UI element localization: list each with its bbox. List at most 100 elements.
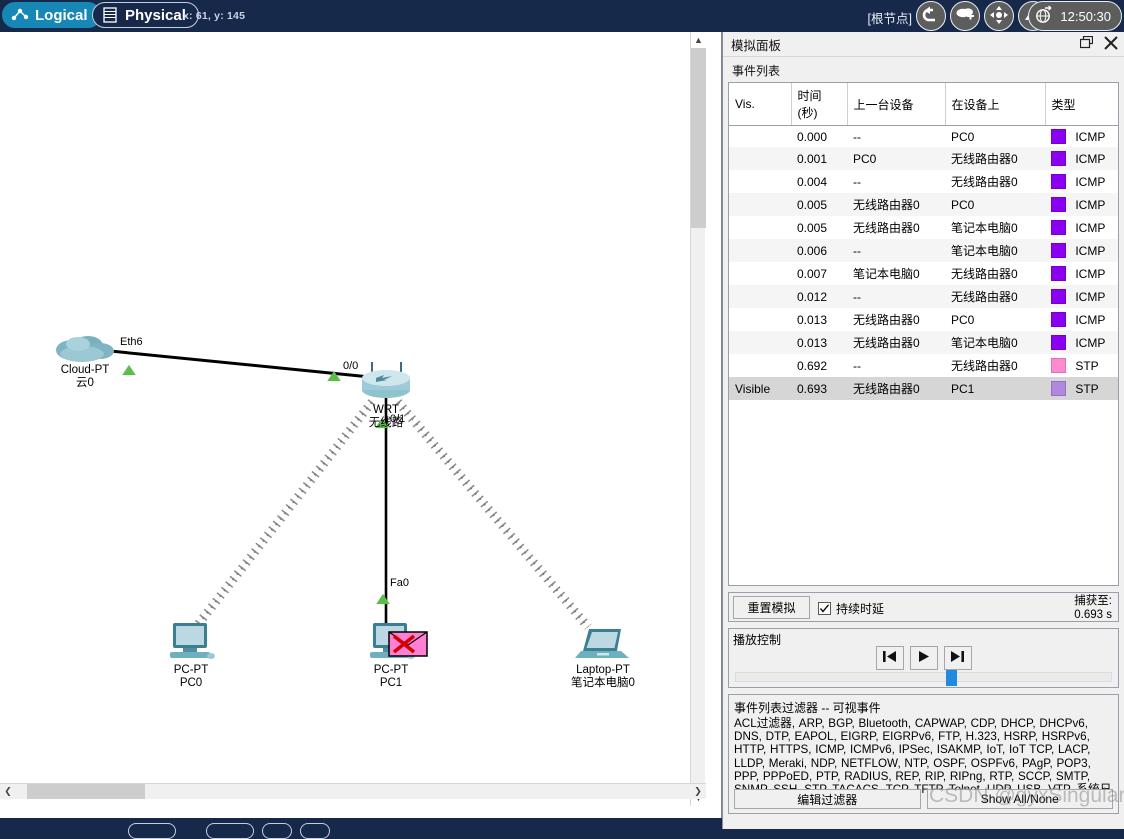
packet-color-swatch: [1051, 335, 1066, 350]
scrollbar-thumb-horizontal[interactable]: [27, 784, 145, 799]
clock-time-label: 12:50:30: [1060, 8, 1111, 24]
scrollbar-thumb-vertical[interactable]: [691, 48, 706, 228]
cell-last-device: 笔记本电脑0: [853, 267, 920, 281]
play-button[interactable]: [909, 646, 938, 670]
toolbar-pill-4[interactable]: [300, 823, 330, 839]
back-to-start-button[interactable]: [875, 646, 904, 670]
restore-window-icon[interactable]: [1079, 35, 1094, 50]
table-row[interactable]: 0.006 -- 笔记本电脑0 ICMP: [729, 239, 1118, 262]
device-name-label: PC0: [179, 677, 203, 689]
event-list-table-container[interactable]: Vis. 时间(秒) 上一台设备 在设备上 类型 0.000 -- PC0 ICMP…: [728, 82, 1119, 586]
cell-at-device: PC0: [951, 312, 975, 327]
cell-last-device: 无线路由器0: [847, 377, 945, 400]
edit-filters-button[interactable]: 编辑过滤器: [734, 789, 921, 809]
cell-time: 0.005: [797, 220, 828, 235]
wireless-router-icon: [362, 362, 410, 398]
packet-color-swatch: [1051, 381, 1066, 396]
cell-at-device: 无线路由器0: [951, 267, 1018, 281]
toolbar-pill-3[interactable]: [262, 823, 292, 839]
reset-simulation-button[interactable]: 重置模拟: [733, 596, 810, 619]
device-type-label: PC-PT: [373, 664, 409, 676]
table-row[interactable]: 0.007 笔记本电脑0 无线路由器0 ICMP: [729, 262, 1118, 285]
column-header-vis[interactable]: Vis.: [729, 83, 792, 126]
undo-button[interactable]: [916, 1, 946, 31]
table-row[interactable]: 0.005 无线路由器0 PC0 ICMP: [729, 193, 1118, 216]
cell-time: 0.013: [797, 312, 828, 327]
cell-time: 0.005: [791, 193, 847, 216]
cell-vis: [729, 308, 791, 331]
logical-view-tab[interactable]: Logical: [2, 2, 101, 28]
table-row[interactable]: 0.012 -- 无线路由器0 ICMP: [729, 285, 1118, 308]
device-pc1[interactable]: PC-PT PC1: [355, 620, 428, 690]
table-row[interactable]: 0.005 无线路由器0 笔记本电脑0 ICMP: [729, 216, 1118, 239]
cell-vis: [729, 331, 791, 354]
device-pc0[interactable]: PC-PT PC0: [155, 620, 227, 690]
skip-to-start-icon: [882, 650, 897, 666]
packet-type-label: ICMP: [1072, 290, 1106, 304]
cell-time: 0.004: [797, 174, 828, 189]
device-laptop[interactable]: Laptop-PT 笔记本电脑0: [563, 624, 643, 690]
packet-color-swatch: [1051, 220, 1066, 235]
device-wireless-router[interactable]: WRT 无线路: [352, 360, 420, 430]
top-toolbar: Logical Physical x: 61, y: 145 [根节点] 12:…: [0, 0, 1124, 32]
cell-type: ICMP: [1045, 308, 1118, 331]
canvas-horizontal-scrollbar[interactable]: ❮ ❯: [0, 783, 706, 799]
toolbar-pill-1[interactable]: [128, 823, 176, 839]
realtime-clock-button[interactable]: 12:50:30: [1028, 1, 1122, 31]
scroll-up-icon[interactable]: ▲: [691, 32, 706, 48]
play-speed-slider[interactable]: [735, 670, 1112, 686]
table-row[interactable]: 0.004 -- 无线路由器0 ICMP: [729, 170, 1118, 193]
cell-type: ICMP: [1045, 285, 1118, 308]
event-filter-title: 事件列表过滤器 -- 可视事件: [734, 701, 881, 715]
cell-type: STP: [1045, 354, 1118, 377]
show-all-none-button[interactable]: Show All/None: [926, 789, 1113, 809]
cell-last-device: --: [847, 285, 945, 308]
close-window-icon[interactable]: [1103, 35, 1118, 50]
packet-color-swatch: [1051, 151, 1066, 166]
scroll-right-icon[interactable]: ❯: [690, 784, 706, 799]
logical-view-icon: [11, 6, 29, 24]
packet-type-label: ICMP: [1072, 152, 1106, 166]
cell-at-device: 无线路由器0: [951, 175, 1018, 189]
table-row[interactable]: 0.001 PC0 无线路由器0 ICMP: [729, 147, 1118, 170]
table-row[interactable]: 0.000 -- PC0 ICMP: [729, 126, 1118, 148]
navigate-button[interactable]: [984, 1, 1014, 31]
device-name-label: 笔记本电脑0: [571, 677, 635, 689]
cell-at-device: 笔记本电脑0: [945, 331, 1045, 354]
column-header-last-device[interactable]: 上一台设备: [847, 83, 946, 126]
cell-time: 0.001: [791, 147, 847, 170]
cell-type: ICMP: [1045, 331, 1118, 354]
table-row[interactable]: Visible 0.693 无线路由器0 PC1 STP: [729, 377, 1118, 400]
scroll-left-icon[interactable]: ❮: [0, 784, 16, 799]
checkbox-box[interactable]: [818, 602, 831, 615]
canvas-vertical-scrollbar[interactable]: ▲ ▼: [690, 32, 706, 806]
cell-type: ICMP: [1045, 147, 1118, 170]
device-cloud-pt[interactable]: Cloud-PT 云0: [45, 332, 125, 390]
logical-topology-canvas[interactable]: Eth6 0/0 0/1 Fa0 Cloud-PT 云0 WRT 无线路 PC-…: [0, 32, 706, 806]
cell-vis: [729, 193, 791, 216]
device-type-label: PC-PT: [173, 664, 209, 676]
cloud-icon: [56, 336, 114, 362]
cell-type: ICMP: [1045, 216, 1118, 239]
constant-delay-checkbox[interactable]: 持续时延: [818, 600, 884, 617]
column-header-at-device[interactable]: 在设备上: [945, 83, 1046, 126]
table-row[interactable]: 0.692 -- 无线路由器0 STP: [729, 354, 1118, 377]
add-cloud-button[interactable]: [950, 1, 980, 31]
cell-vis: [729, 216, 791, 239]
cell-at-device: 无线路由器0: [945, 285, 1045, 308]
step-forward-button[interactable]: [943, 646, 972, 670]
packet-color-swatch: [1051, 289, 1066, 304]
cell-last-device: 无线路由器0: [847, 193, 945, 216]
toolbar-pill-2[interactable]: [206, 823, 254, 839]
panel-title-bar: 模拟面板: [723, 32, 1124, 57]
packet-color-swatch: [1051, 129, 1066, 144]
slider-handle[interactable]: [946, 670, 957, 686]
undo-arrow-icon: [921, 5, 941, 28]
packet-type-label: ICMP: [1072, 130, 1106, 144]
column-header-time[interactable]: 时间(秒): [791, 83, 848, 126]
packet-color-swatch: [1051, 358, 1066, 373]
cell-type: ICMP: [1045, 193, 1118, 216]
table-row[interactable]: 0.013 无线路由器0 PC0 ICMP: [729, 308, 1118, 331]
column-header-type[interactable]: 类型: [1045, 83, 1118, 126]
table-row[interactable]: 0.013 无线路由器0 笔记本电脑0 ICMP: [729, 331, 1118, 354]
